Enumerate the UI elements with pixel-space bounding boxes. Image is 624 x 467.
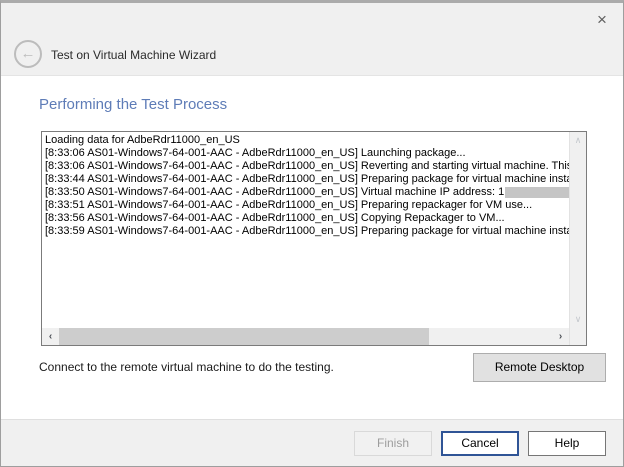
help-button[interactable]: Help — [528, 431, 606, 456]
wizard-header: ← Test on Virtual Machine Wizard × — [1, 3, 623, 76]
log-line-text: Loading data for AdbeRdr11000_en_US — [45, 134, 240, 147]
log-line-text: [8:33:59 AS01-Windows7-64-001-AAC - Adbe… — [45, 225, 569, 238]
close-icon[interactable]: × — [591, 9, 613, 31]
scroll-down-icon[interactable]: ∨ — [570, 311, 586, 328]
wizard-window: ← Test on Virtual Machine Wizard × Perfo… — [0, 0, 624, 467]
back-button[interactable]: ← — [14, 40, 42, 68]
info-text: Connect to the remote virtual machine to… — [39, 360, 334, 374]
page-title: Performing the Test Process — [39, 96, 227, 113]
finish-button[interactable]: Finish — [354, 431, 432, 456]
log-line[interactable]: [8:33:44 AS01-Windows7-64-001-AAC - Adbe… — [45, 173, 569, 186]
log-line-text: [8:33:44 AS01-Windows7-64-001-AAC - Adbe… — [45, 173, 569, 186]
log-line[interactable]: Loading data for AdbeRdr11000_en_US — [45, 134, 569, 147]
log-line-text: [8:33:56 AS01-Windows7-64-001-AAC - Adbe… — [45, 212, 505, 225]
log-line[interactable]: [8:33:50 AS01-Windows7-64-001-AAC - Adbe… — [45, 186, 569, 199]
redacted-ip-value — [505, 187, 569, 198]
button-bar: Finish Cancel Help — [1, 419, 623, 466]
scrollbar-corner — [570, 328, 586, 345]
horizontal-scrollbar[interactable]: ‹ › — [42, 328, 569, 345]
log-line-text: [8:33:06 AS01-Windows7-64-001-AAC - Adbe… — [45, 160, 569, 173]
scroll-right-icon[interactable]: › — [552, 328, 569, 345]
vertical-scrollbar[interactable]: ∧ ∨ — [569, 132, 586, 345]
log-line-text: [8:33:06 AS01-Windows7-64-001-AAC - Adbe… — [45, 147, 466, 160]
log-line-text: [8:33:50 AS01-Windows7-64-001-AAC - Adbe… — [45, 186, 504, 199]
scroll-left-icon[interactable]: ‹ — [42, 328, 59, 345]
cancel-button[interactable]: Cancel — [441, 431, 519, 456]
log-line[interactable]: [8:33:06 AS01-Windows7-64-001-AAC - Adbe… — [45, 147, 569, 160]
info-row: Connect to the remote virtual machine to… — [39, 352, 606, 382]
hscroll-track[interactable] — [59, 328, 552, 345]
scroll-up-icon[interactable]: ∧ — [570, 132, 586, 149]
log-line[interactable]: [8:33:06 AS01-Windows7-64-001-AAC - Adbe… — [45, 160, 569, 173]
log-pane: Loading data for AdbeRdr11000_en_US[8:33… — [42, 132, 569, 345]
log-list: Loading data for AdbeRdr11000_en_US[8:33… — [42, 132, 569, 328]
remote-desktop-button[interactable]: Remote Desktop — [473, 353, 606, 382]
test-log-listbox[interactable]: Loading data for AdbeRdr11000_en_US[8:33… — [41, 131, 587, 346]
window-title: Test on Virtual Machine Wizard — [51, 48, 216, 62]
log-line[interactable]: [8:33:56 AS01-Windows7-64-001-AAC - Adbe… — [45, 212, 569, 225]
log-line[interactable]: [8:33:59 AS01-Windows7-64-001-AAC - Adbe… — [45, 225, 569, 238]
log-line-text: [8:33:51 AS01-Windows7-64-001-AAC - Adbe… — [45, 199, 532, 212]
log-line[interactable]: [8:33:51 AS01-Windows7-64-001-AAC - Adbe… — [45, 199, 569, 212]
wizard-content: Performing the Test Process Loading data… — [1, 76, 623, 421]
hscroll-thumb[interactable] — [59, 328, 429, 345]
vscroll-track[interactable] — [570, 149, 586, 311]
